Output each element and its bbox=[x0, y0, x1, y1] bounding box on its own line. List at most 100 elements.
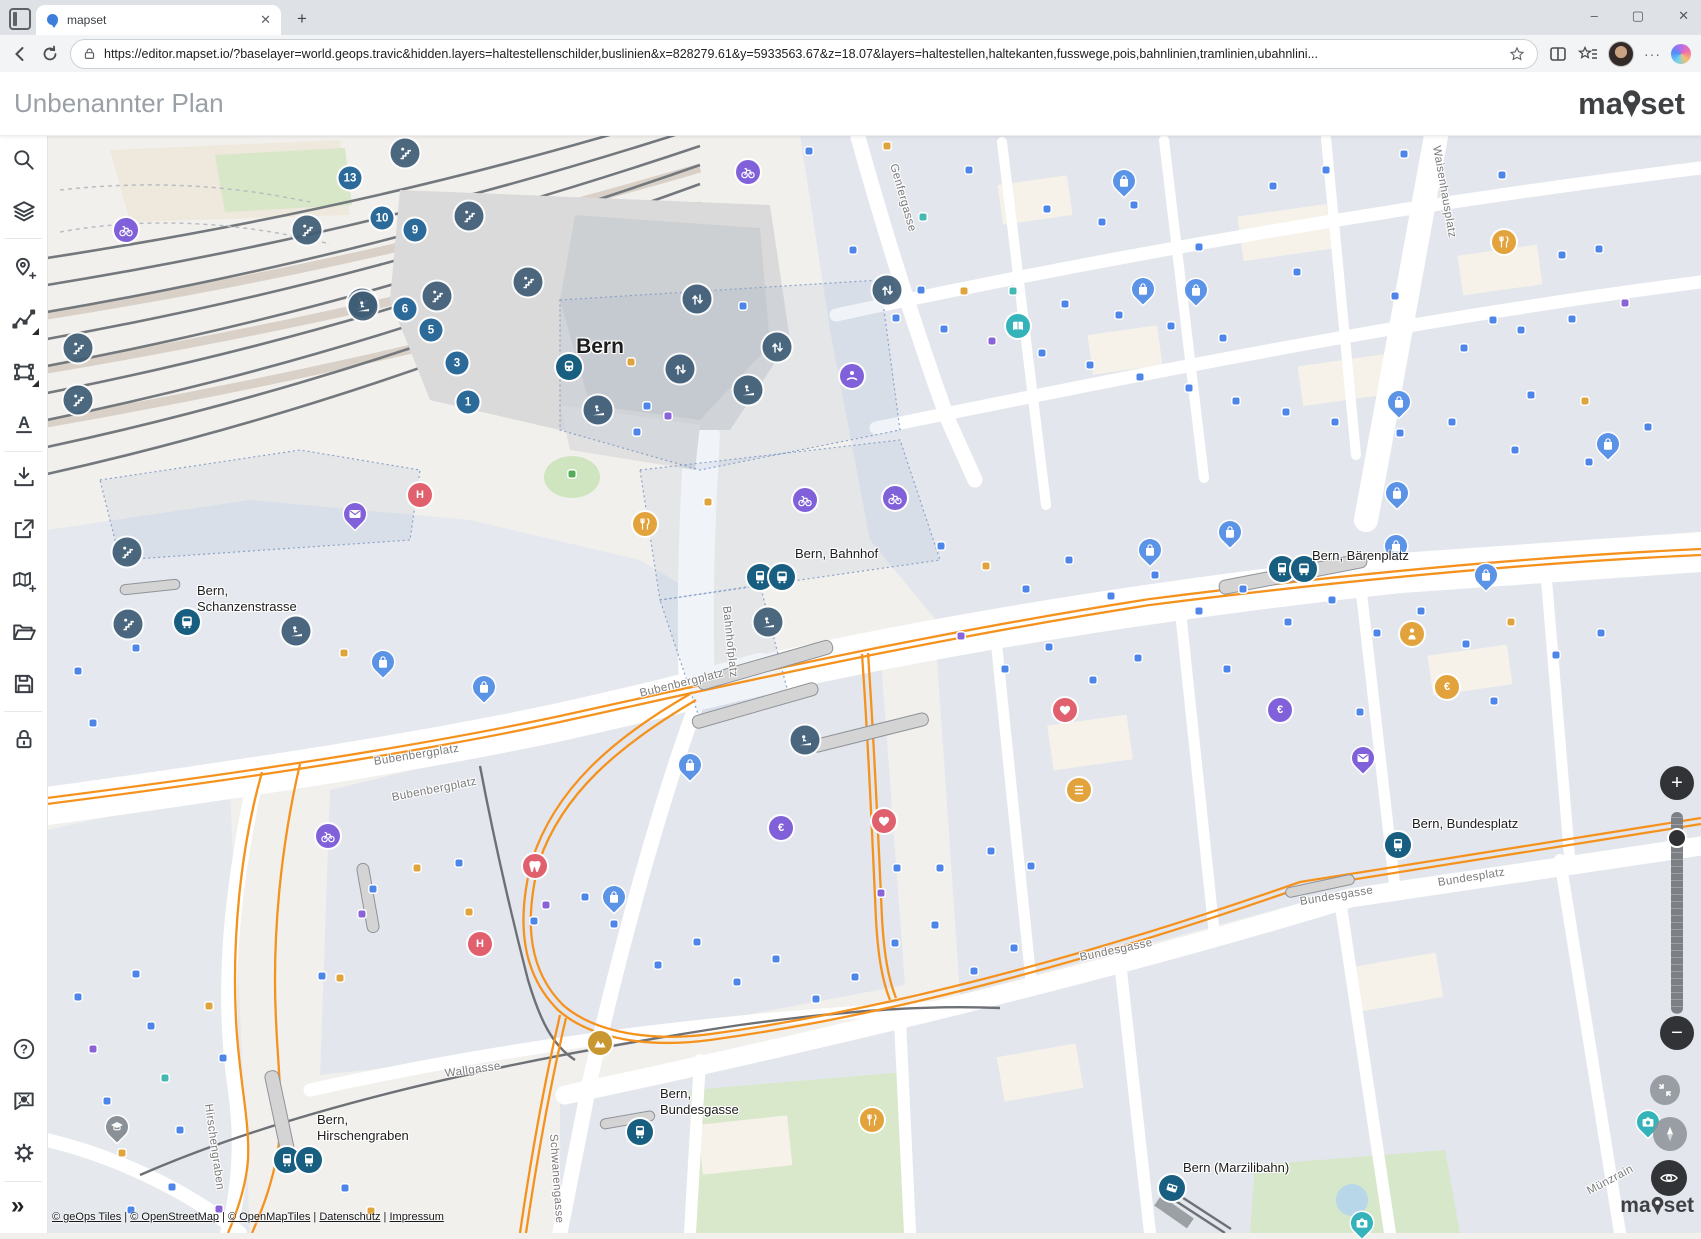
poi-dot[interactable] bbox=[1196, 244, 1203, 251]
ramp-icon[interactable] bbox=[791, 726, 820, 755]
tooth-poi-icon[interactable] bbox=[523, 854, 547, 878]
elevator-icon[interactable] bbox=[873, 276, 902, 305]
poi-dot[interactable] bbox=[1598, 630, 1605, 637]
poi-dot[interactable] bbox=[850, 247, 857, 254]
elevator-icon[interactable] bbox=[683, 285, 712, 314]
platform-number-badge[interactable]: 9 bbox=[404, 219, 427, 242]
poi-dot[interactable] bbox=[1137, 374, 1144, 381]
poi-dot[interactable] bbox=[1062, 301, 1069, 308]
poi-dot[interactable] bbox=[220, 1055, 227, 1062]
stairs-icon[interactable] bbox=[113, 538, 142, 567]
zoom-slider-knob[interactable] bbox=[1667, 828, 1687, 848]
poi-dot[interactable] bbox=[1323, 167, 1330, 174]
poi-dot[interactable] bbox=[1066, 557, 1073, 564]
tool-draw-line-button[interactable] bbox=[11, 307, 37, 333]
poi-dot[interactable] bbox=[884, 143, 891, 150]
poi-dot[interactable] bbox=[655, 962, 662, 969]
poi-dot[interactable] bbox=[1392, 293, 1399, 300]
poi-dot[interactable] bbox=[1044, 206, 1051, 213]
euro-poi-icon[interactable]: € bbox=[1268, 698, 1292, 722]
camera-pin[interactable] bbox=[1351, 1212, 1373, 1234]
tab-actions-icon[interactable] bbox=[9, 8, 31, 30]
poi-dot[interactable] bbox=[133, 645, 140, 652]
stairs-icon[interactable] bbox=[64, 386, 93, 415]
poi-dot[interactable] bbox=[90, 720, 97, 727]
poi-dot[interactable] bbox=[878, 890, 885, 897]
poi-dot[interactable] bbox=[1490, 317, 1497, 324]
map-canvas[interactable]: 131096531€€€HHBernBern, BahnhofBern, Sch… bbox=[0, 0, 1701, 1233]
tram-stop-icon[interactable] bbox=[296, 1147, 322, 1173]
tool-help-button[interactable]: ? bbox=[11, 1036, 37, 1062]
education-pin[interactable] bbox=[106, 1116, 128, 1138]
poi-dot[interactable] bbox=[148, 1023, 155, 1030]
heart-poi-icon[interactable] bbox=[1053, 698, 1077, 722]
ramp-icon[interactable] bbox=[349, 292, 378, 321]
tool-add-map-button[interactable] bbox=[11, 568, 37, 594]
poi-dot[interactable] bbox=[983, 563, 990, 570]
poi-dot[interactable] bbox=[852, 974, 859, 981]
poi-dot[interactable] bbox=[961, 288, 968, 295]
poi-dot[interactable] bbox=[989, 338, 996, 345]
poi-dot[interactable] bbox=[611, 921, 618, 928]
poi-dot[interactable] bbox=[1270, 183, 1277, 190]
poi-dot[interactable] bbox=[1285, 619, 1292, 626]
poi-dot[interactable] bbox=[1108, 593, 1115, 600]
bag-pin[interactable] bbox=[1475, 564, 1497, 586]
favorites-bar-icon[interactable] bbox=[1578, 44, 1598, 64]
poi-dot[interactable] bbox=[1357, 709, 1364, 716]
new-tab-button[interactable]: + bbox=[289, 6, 315, 32]
bag-pin[interactable] bbox=[1388, 391, 1410, 413]
elevator-icon[interactable] bbox=[666, 355, 695, 384]
poi-dot[interactable] bbox=[319, 973, 326, 980]
poi-dot[interactable] bbox=[958, 633, 965, 640]
browser-menu-button[interactable]: ··· bbox=[1644, 46, 1661, 62]
fit-extent-button[interactable] bbox=[1650, 1075, 1680, 1105]
bag-pin[interactable] bbox=[1113, 170, 1135, 192]
poi-dot[interactable] bbox=[1461, 345, 1468, 352]
poi-dot[interactable] bbox=[531, 918, 538, 925]
poi-dot[interactable] bbox=[582, 894, 589, 901]
bag-pin[interactable] bbox=[473, 676, 495, 698]
bike-poi-icon[interactable] bbox=[114, 218, 138, 242]
compass-button[interactable] bbox=[1653, 1117, 1687, 1151]
elevator-icon[interactable] bbox=[763, 333, 792, 362]
tool-settings-button[interactable] bbox=[11, 1140, 37, 1166]
tool-select-transform-button[interactable] bbox=[11, 359, 37, 385]
euro-poi-icon[interactable]: € bbox=[769, 816, 793, 840]
poi-dot[interactable] bbox=[1039, 350, 1046, 357]
bag-pin[interactable] bbox=[1219, 521, 1241, 543]
bag-pin[interactable] bbox=[1139, 539, 1161, 561]
profile-avatar[interactable] bbox=[1608, 41, 1634, 67]
poi-dot[interactable] bbox=[892, 940, 899, 947]
poi-dot[interactable] bbox=[705, 499, 712, 506]
favorite-star-icon[interactable] bbox=[1509, 46, 1525, 62]
poi-dot[interactable] bbox=[1233, 398, 1240, 405]
funicular-stop-icon[interactable] bbox=[1159, 1175, 1185, 1201]
poi-dot[interactable] bbox=[1294, 269, 1301, 276]
bike-poi-icon[interactable] bbox=[316, 824, 340, 848]
tool-open-plan-button[interactable] bbox=[11, 619, 37, 645]
poi-dot[interactable] bbox=[1087, 362, 1094, 369]
person-poi-icon[interactable] bbox=[1400, 622, 1424, 646]
poi-dot[interactable] bbox=[1116, 312, 1123, 319]
visibility-button[interactable] bbox=[1651, 1160, 1687, 1196]
poi-dot[interactable] bbox=[177, 1127, 184, 1134]
poi-dot[interactable] bbox=[938, 543, 945, 550]
poi-dot[interactable] bbox=[169, 1184, 176, 1191]
poi-dot[interactable] bbox=[1596, 246, 1603, 253]
poi-dot[interactable] bbox=[456, 860, 463, 867]
bike-poi-icon[interactable] bbox=[793, 488, 817, 512]
poi-dot[interactable] bbox=[1645, 424, 1652, 431]
hospital-poi-icon[interactable]: H bbox=[408, 483, 432, 507]
tool-add-point-button[interactable] bbox=[11, 255, 37, 281]
tool-feedback-button[interactable] bbox=[11, 1088, 37, 1114]
tool-save-button[interactable] bbox=[11, 671, 37, 697]
stairs-icon[interactable] bbox=[64, 334, 93, 363]
poi-dot[interactable] bbox=[1508, 619, 1515, 626]
poi-dot[interactable] bbox=[1196, 608, 1203, 615]
poi-dot[interactable] bbox=[75, 668, 82, 675]
poi-dot[interactable] bbox=[1168, 323, 1175, 330]
window-maximize-button[interactable]: ▢ bbox=[1632, 8, 1644, 24]
poi-dot[interactable] bbox=[1099, 219, 1106, 226]
poi-dot[interactable] bbox=[1463, 641, 1470, 648]
